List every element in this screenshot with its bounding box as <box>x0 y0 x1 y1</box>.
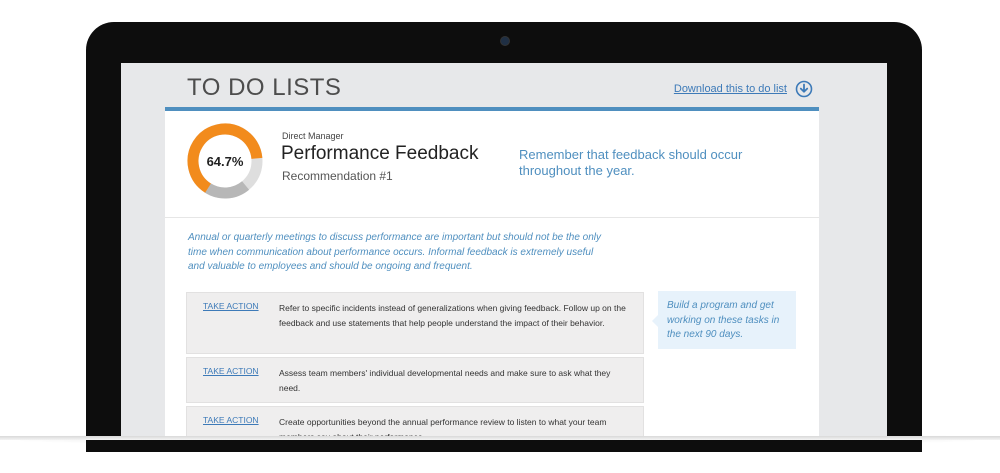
take-action-link[interactable]: TAKE ACTION <box>187 415 279 436</box>
divider <box>165 217 819 218</box>
action-text: Assess team members' individual developm… <box>279 368 611 393</box>
download-link[interactable]: Download this to do list <box>674 83 787 95</box>
screen: TO DO LISTS Download this to do list 64.… <box>121 63 887 436</box>
action-text: Create opportunities beyond the annual p… <box>279 417 607 436</box>
tip-text: Remember that feedback should occur thro… <box>519 147 743 178</box>
take-action-link[interactable]: TAKE ACTION <box>187 366 279 402</box>
progress-donut: 64.7% <box>187 123 263 199</box>
section-title: Performance Feedback <box>281 143 479 164</box>
callout-box: Build a program and get working on these… <box>652 291 796 349</box>
callout-text: Build a program and get working on these… <box>667 300 780 340</box>
page-title: TO DO LISTS <box>187 74 342 101</box>
action-row: TAKE ACTION Refer to specific incidents … <box>186 292 644 354</box>
action-text: Refer to specific incidents instead of g… <box>279 303 626 328</box>
take-action-link[interactable]: TAKE ACTION <box>187 301 279 353</box>
role-label: Direct Manager <box>282 131 344 141</box>
webcam <box>501 37 509 45</box>
download-arrow-circle-icon[interactable] <box>795 80 813 98</box>
donut-percent-label: 64.7% <box>207 154 244 169</box>
download-area: Download this to do list <box>674 80 813 98</box>
todo-card: 64.7% Direct Manager Performance Feedbac… <box>165 107 819 436</box>
callout-arrow <box>652 315 658 327</box>
action-list: TAKE ACTION Refer to specific incidents … <box>186 292 644 436</box>
laptop-base <box>0 436 1000 440</box>
intro-text: Annual or quarterly meetings to discuss … <box>188 232 602 273</box>
action-row: TAKE ACTION Create opportunities beyond … <box>186 406 644 436</box>
recommendation-label: Recommendation #1 <box>282 169 393 183</box>
action-row: TAKE ACTION Assess team members' individ… <box>186 357 644 403</box>
